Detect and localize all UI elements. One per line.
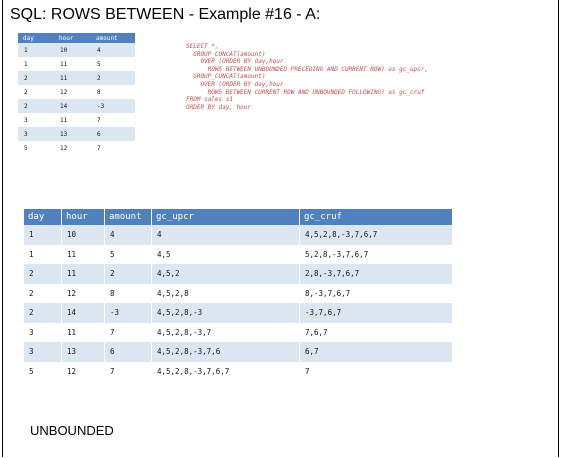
cell-gc-upcr: 4,5,2,8,-3,7,6,7 [151, 361, 300, 381]
cell-gc-upcr: 4,5,2,8,-3,7,6 [151, 342, 300, 362]
table-row: 1 10 4 4 4,5,2,8,-3,7,6,7 [24, 225, 453, 245]
cell-hour: 11 [61, 264, 105, 284]
cell-day: 3 [18, 127, 54, 141]
cell-hour: 11 [54, 113, 91, 127]
cell-day: 2 [24, 283, 62, 303]
cell-gc-upcr: 4,5,2,8,-3,7 [151, 322, 300, 342]
cell-day: 3 [18, 113, 54, 127]
cell-hour: 12 [54, 141, 91, 155]
cell-gc-upcr: 4,5,2,8,-3 [151, 303, 300, 323]
result-header-gc-upcr: gc_upcr [151, 209, 300, 225]
table-row: 2 14 -3 [18, 99, 135, 113]
table-row: 2 12 8 [18, 85, 135, 99]
result-table-body: 1 10 4 4 4,5,2,8,-3,7,6,7 1 11 5 4,5 5,2,8,-3,7,6… [24, 225, 453, 381]
cell-amount: 4 [91, 43, 135, 57]
cell-amount: 6 [104, 342, 152, 362]
result-header-gc-cruf: gc_cruf [299, 209, 453, 225]
sales-table-header-row: day hour amount [18, 33, 135, 43]
cell-hour: 13 [61, 342, 105, 362]
cell-hour: 14 [54, 99, 91, 113]
cell-amount: 4 [104, 225, 152, 245]
cell-gc-cruf: -3,7,6,7 [299, 303, 453, 323]
page-title: SQL: ROWS BETWEEN - Example #16 - A: [10, 6, 321, 23]
cell-hour: 11 [54, 57, 91, 71]
table-row: 5 12 7 [18, 141, 135, 155]
table-row: 3 11 7 4,5,2,8,-3,7 7,6,7 [24, 322, 453, 342]
table-row: 2 14 -3 4,5,2,8,-3 -3,7,6,7 [24, 303, 453, 323]
cell-day: 1 [24, 244, 62, 264]
cell-amount: -3 [91, 99, 135, 113]
cell-day: 2 [18, 99, 54, 113]
result-header-hour: hour [61, 209, 105, 225]
footer-caption: UNBOUNDED [30, 423, 114, 438]
cell-day: 1 [18, 57, 54, 71]
sales-header-amount: amount [91, 33, 135, 43]
table-row: 1 10 4 [18, 43, 135, 57]
cell-amount: 7 [91, 141, 135, 155]
table-row: 2 11 2 4,5,2 2,8,-3,7,6,7 [24, 264, 453, 284]
table-row: 2 12 8 4,5,2,8 8,-3,7,6,7 [24, 283, 453, 303]
cell-amount: -3 [104, 303, 152, 323]
cell-day: 2 [24, 303, 62, 323]
cell-hour: 14 [61, 303, 105, 323]
cell-hour: 12 [54, 85, 91, 99]
cell-gc-cruf: 5,2,8,-3,7,6,7 [299, 244, 453, 264]
cell-gc-cruf: 8,-3,7,6,7 [299, 283, 453, 303]
cell-amount: 5 [91, 57, 135, 71]
cell-day: 2 [24, 264, 62, 284]
cell-gc-upcr: 4 [151, 225, 300, 245]
cell-amount: 2 [104, 264, 152, 284]
result-table-header-row: day hour amount gc_upcr gc_cruf [24, 209, 453, 225]
result-table: day hour amount gc_upcr gc_cruf 1 10 4 4 4,5… [24, 209, 453, 381]
cell-amount: 8 [91, 85, 135, 99]
cell-gc-cruf: 4,5,2,8,-3,7,6,7 [299, 225, 453, 245]
cell-amount: 7 [91, 113, 135, 127]
table-row: 5 12 7 4,5,2,8,-3,7,6,7 7 [24, 361, 453, 381]
cell-day: 1 [18, 43, 54, 57]
cell-amount: 8 [104, 283, 152, 303]
cell-gc-upcr: 4,5,2 [151, 264, 300, 284]
table-row: 3 11 7 [18, 113, 135, 127]
cell-gc-upcr: 4,5,2,8 [151, 283, 300, 303]
table-row: 3 13 6 [18, 127, 135, 141]
cell-day: 1 [24, 225, 62, 245]
sales-header-hour: hour [54, 33, 91, 43]
table-row: 2 11 2 [18, 71, 135, 85]
cell-amount: 6 [91, 127, 135, 141]
sales-header-day: day [18, 33, 54, 43]
cell-hour: 11 [61, 322, 105, 342]
cell-day: 5 [18, 141, 54, 155]
table-row: 1 11 5 [18, 57, 135, 71]
cell-day: 5 [24, 361, 62, 381]
cell-amount: 5 [104, 244, 152, 264]
cell-day: 3 [24, 322, 62, 342]
cell-amount: 2 [91, 71, 135, 85]
cell-amount: 7 [104, 361, 152, 381]
sales-table: day hour amount 1 10 4 1 11 5 2 11 2 2 12 8 2 14 -3 3 11… [18, 33, 135, 155]
cell-hour: 11 [54, 71, 91, 85]
table-row: 3 13 6 4,5,2,8,-3,7,6 6,7 [24, 342, 453, 362]
cell-hour: 10 [61, 225, 105, 245]
cell-hour: 13 [54, 127, 91, 141]
sql-query: SELECT *, GROUP_CONCAT(amount) OVER (ORD… [186, 43, 429, 111]
cell-gc-cruf: 7 [299, 361, 453, 381]
sales-table-body: 1 10 4 1 11 5 2 11 2 2 12 8 2 14 -3 3 11 7 3 13 6 5 12 7 [18, 43, 135, 155]
table-row: 1 11 5 4,5 5,2,8,-3,7,6,7 [24, 244, 453, 264]
cell-gc-cruf: 6,7 [299, 342, 453, 362]
cell-hour: 11 [61, 244, 105, 264]
cell-amount: 7 [104, 322, 152, 342]
cell-hour: 10 [54, 43, 91, 57]
cell-day: 2 [18, 85, 54, 99]
cell-gc-upcr: 4,5 [151, 244, 300, 264]
cell-gc-cruf: 2,8,-3,7,6,7 [299, 264, 453, 284]
cell-hour: 12 [61, 283, 105, 303]
result-header-day: day [24, 209, 62, 225]
result-header-amount: amount [104, 209, 152, 225]
cell-hour: 12 [61, 361, 105, 381]
cell-day: 2 [18, 71, 54, 85]
cell-gc-cruf: 7,6,7 [299, 322, 453, 342]
cell-day: 3 [24, 342, 62, 362]
